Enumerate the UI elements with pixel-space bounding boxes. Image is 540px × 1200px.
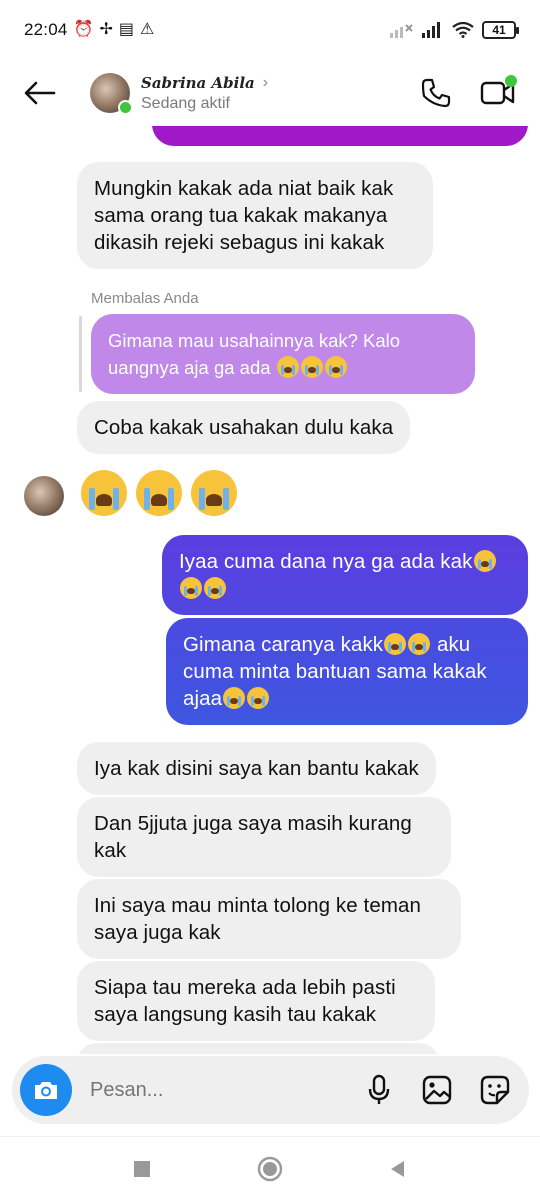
loudly-crying-emoji-icon — [276, 356, 299, 378]
video-active-indicator — [505, 75, 517, 87]
loudly-crying-emoji-icon — [247, 687, 270, 709]
camera-button[interactable] — [20, 1064, 72, 1116]
warning-icon: ⚠ — [140, 21, 155, 38]
sender-avatar[interactable] — [24, 476, 64, 516]
sticker-icon — [480, 1075, 510, 1105]
message-outgoing[interactable]: Iyaa cuma dana nya ga ada kak — [162, 535, 528, 615]
loudly-crying-emoji-icon — [300, 356, 323, 378]
square-icon — [134, 1160, 150, 1177]
wifi-icon — [452, 22, 474, 38]
contact-status: Sedang aktif — [141, 94, 230, 112]
signal-x-icon — [390, 24, 413, 38]
voice-call-button[interactable] — [418, 75, 454, 111]
back-arrow-icon — [24, 81, 56, 105]
back-nav-button[interactable] — [384, 1155, 412, 1183]
fan-icon: ✢ — [99, 21, 113, 38]
signal-icon — [422, 22, 440, 38]
battery-icon: 41 — [482, 21, 519, 39]
loudly-crying-emoji-icon — [180, 577, 202, 599]
message-text: Gimana caranya kakk — [183, 633, 384, 656]
loudly-crying-emoji-icon — [473, 550, 496, 572]
circle-icon — [257, 1156, 283, 1181]
message-text: Iya kak disini saya kan bantu kakak — [94, 757, 419, 780]
sticker-button[interactable] — [479, 1074, 511, 1106]
contact-name: Sabrina Abila — [141, 73, 255, 92]
online-indicator — [118, 100, 133, 115]
replied-message[interactable]: Gimana mau usahainnya kak? Kalo uangnya … — [91, 314, 475, 394]
loudly-crying-emoji-icon — [191, 470, 237, 516]
loudly-crying-emoji-icon — [223, 687, 246, 709]
message-text: Siapa tau mereka ada lebih pasti saya la… — [94, 976, 396, 1026]
message-composer — [12, 1056, 529, 1124]
message-incoming[interactable]: Coba kakak usahakan dulu kaka — [77, 401, 411, 454]
message-incoming[interactable]: Ini saya mau minta tolong ke teman saya … — [77, 879, 461, 959]
message-incoming-partial[interactable] — [77, 1043, 439, 1054]
message-outgoing-partial[interactable] — [152, 126, 528, 146]
replied-text: Gimana mau usahainnya kak? Kalo uangnya … — [108, 330, 401, 378]
message-text: Iyaa cuma dana nya ga ada kak — [179, 550, 473, 573]
contact-info[interactable]: Sabrina Abila › Sedang aktif — [141, 74, 268, 113]
message-text: Dan 5jjuta juga saya masih kurang kak — [94, 812, 412, 862]
message-incoming[interactable]: Siapa tau mereka ada lebih pasti saya la… — [77, 961, 435, 1041]
chevron-right-icon: › — [262, 73, 269, 91]
voice-message-button[interactable] — [363, 1074, 395, 1106]
loudly-crying-emoji-icon — [204, 577, 226, 599]
status-bar: 22:04 ⏰ ✢ ▤ ⚠ 41 — [0, 0, 540, 60]
back-button[interactable] — [10, 63, 70, 123]
system-nav-bar — [0, 1136, 540, 1200]
image-icon — [422, 1075, 452, 1105]
reply-label: Membalas Anda — [91, 290, 199, 307]
emoji-message[interactable] — [80, 470, 238, 516]
reply-indicator-bar — [79, 316, 82, 392]
message-outgoing[interactable]: Gimana caranya kakk aku cuma minta bantu… — [166, 618, 528, 725]
loudly-crying-emoji-icon — [324, 356, 347, 378]
message-text: Coba kakak usahakan dulu kaka — [94, 416, 394, 439]
phone-icon — [421, 78, 451, 108]
clock: 22:04 — [24, 20, 68, 39]
message-incoming[interactable]: Dan 5jjuta juga saya masih kurang kak — [77, 797, 451, 877]
microphone-icon — [368, 1074, 390, 1104]
video-call-button[interactable] — [480, 75, 517, 111]
camera-icon — [35, 1082, 57, 1099]
home-button[interactable] — [256, 1155, 284, 1183]
loudly-crying-emoji-icon — [408, 633, 431, 655]
loudly-crying-emoji-icon — [384, 633, 407, 655]
message-incoming[interactable]: Mungkin kakak ada niat baik kak sama ora… — [77, 162, 433, 269]
loudly-crying-emoji-icon — [81, 470, 127, 516]
message-incoming[interactable]: Iya kak disini saya kan bantu kakak — [77, 742, 436, 795]
triangle-back-icon — [391, 1160, 404, 1177]
message-list[interactable]: Mungkin kakak ada niat baik kak sama ora… — [0, 126, 540, 1054]
contact-avatar[interactable] — [90, 73, 133, 115]
loudly-crying-emoji-icon — [136, 470, 182, 516]
recents-button[interactable] — [128, 1155, 156, 1183]
message-icon: ▤ — [118, 21, 134, 38]
message-text: Ini saya mau minta tolong ke teman saya … — [94, 894, 422, 944]
gallery-button[interactable] — [421, 1074, 453, 1106]
message-input[interactable] — [90, 1078, 330, 1102]
alarm-icon: ⏰ — [73, 21, 94, 38]
message-text: Mungkin kakak ada niat baik kak sama ora… — [94, 177, 394, 254]
chat-header: Sabrina Abila › Sedang aktif — [0, 60, 540, 126]
